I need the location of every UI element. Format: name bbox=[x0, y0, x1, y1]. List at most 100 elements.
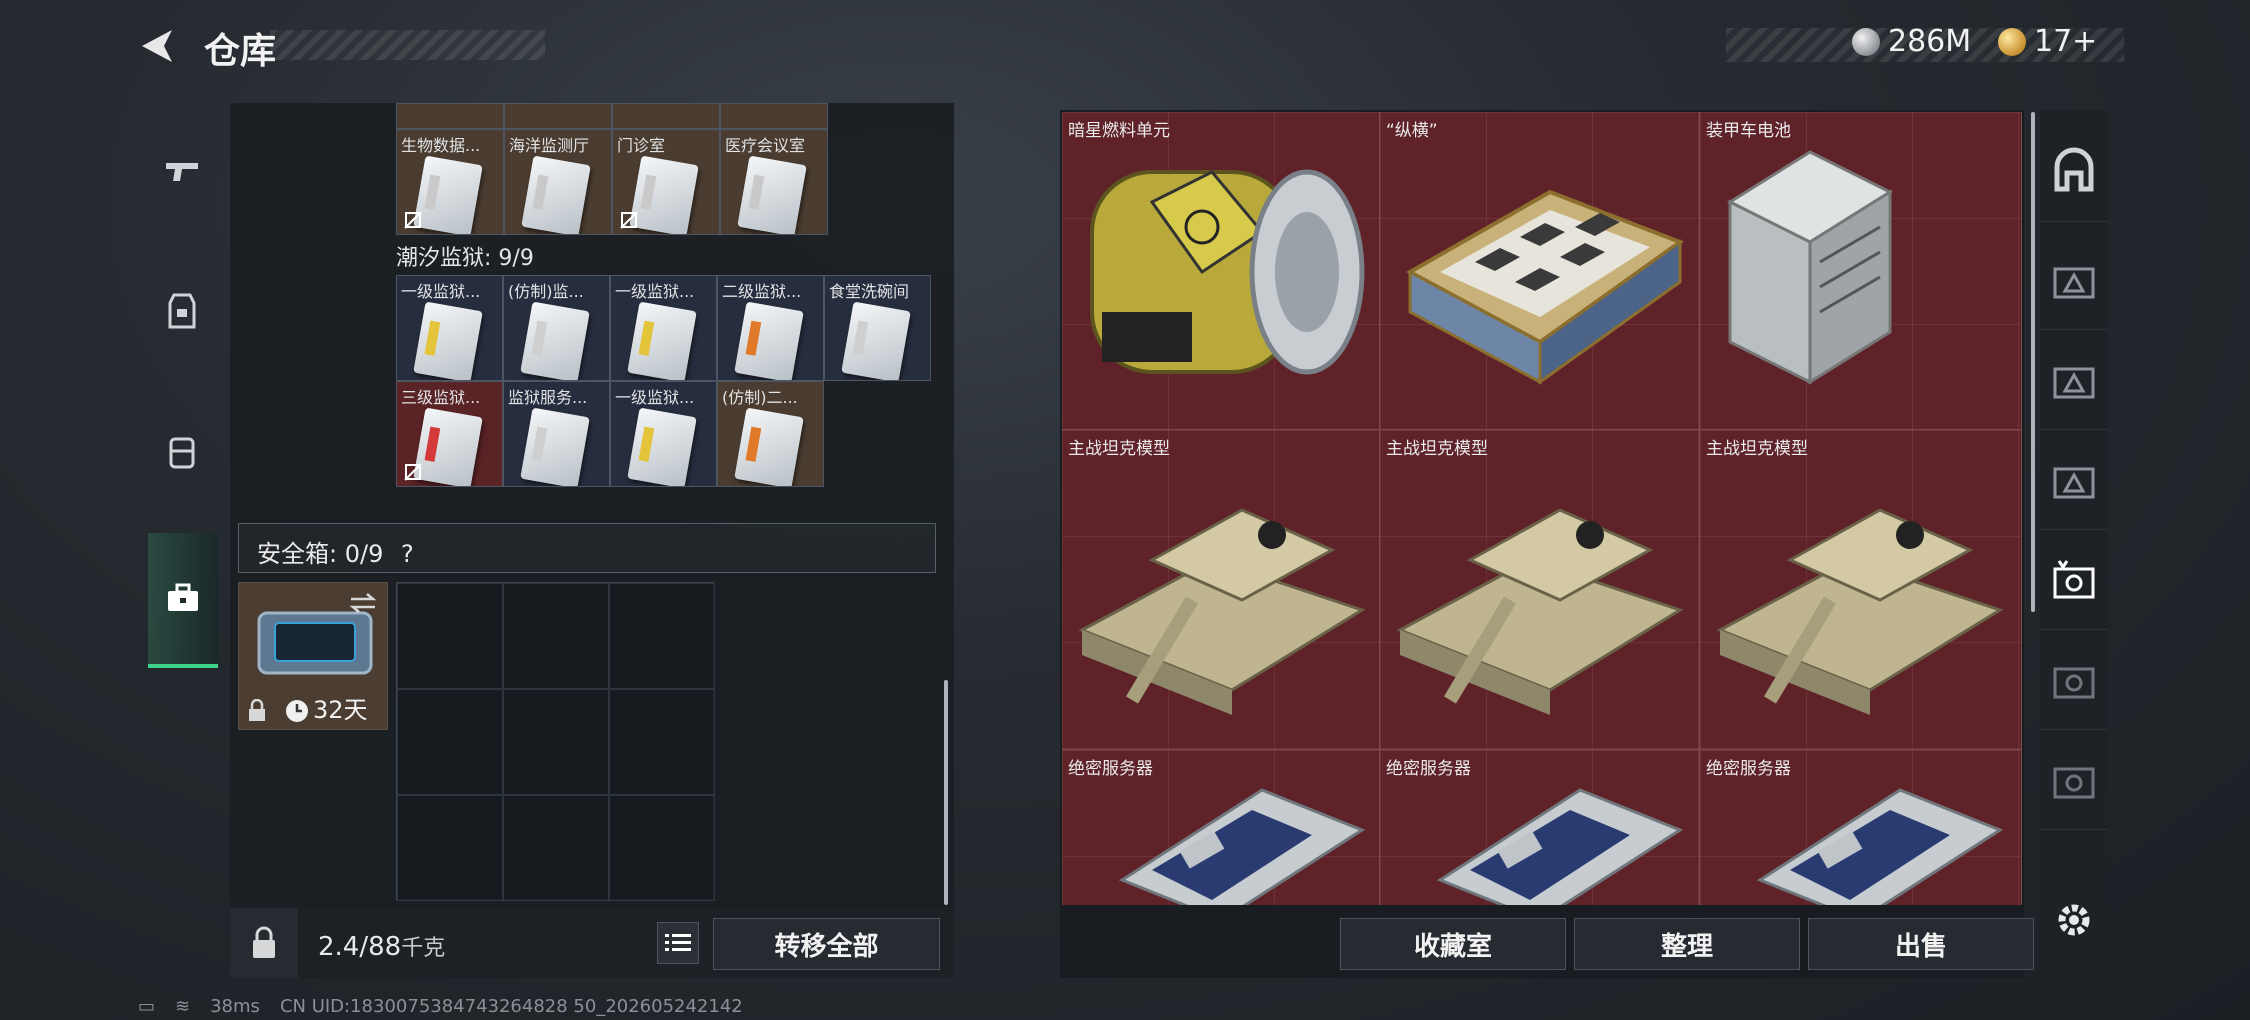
currency-silver: 286M bbox=[1852, 24, 1971, 59]
storage-tab-1[interactable] bbox=[2040, 230, 2108, 330]
item-armored-battery[interactable]: 装甲车电池 bbox=[1700, 112, 2022, 430]
keycard-label: 食堂洗碗间 bbox=[829, 282, 910, 301]
weight-value: 2.4/88 bbox=[318, 932, 402, 962]
lock-icon bbox=[249, 699, 265, 721]
tank-image bbox=[1078, 508, 1366, 715]
pistol-icon bbox=[166, 162, 198, 181]
safebox-label: 安全箱: 0/9 bbox=[257, 540, 384, 568]
keycard-slot[interactable]: 三级监狱... bbox=[396, 381, 503, 487]
partial-cell[interactable] bbox=[720, 103, 828, 129]
keycard-label: 二级监狱... bbox=[722, 282, 802, 301]
safebox-cell[interactable] bbox=[503, 795, 609, 901]
safebox-cell[interactable] bbox=[609, 583, 715, 689]
item-server[interactable]: 绝密服务器 bbox=[1380, 750, 1700, 905]
back-arrow-icon[interactable] bbox=[138, 26, 178, 66]
safebox-cell[interactable] bbox=[397, 583, 503, 689]
clock-icon bbox=[286, 700, 308, 722]
item-tank-model[interactable]: 主战坦克模型 bbox=[1380, 430, 1700, 750]
expansion-box-icon bbox=[2053, 559, 2095, 598]
keycard-slot[interactable]: 海洋监测厅 bbox=[504, 129, 612, 235]
keycard-slot[interactable]: (仿制)二... bbox=[717, 381, 824, 487]
partial-cell[interactable] bbox=[396, 103, 504, 129]
item-tank-model[interactable]: 主战坦克模型 bbox=[1062, 430, 1380, 750]
sell-button[interactable]: 出售 bbox=[1808, 918, 2034, 970]
keycard-slot[interactable]: 二级监狱... bbox=[717, 275, 824, 381]
left-tab-rail bbox=[138, 103, 226, 671]
item-label: “纵横” bbox=[1386, 121, 1438, 141]
safebox-grid bbox=[396, 582, 715, 901]
left-scrollbar[interactable] bbox=[944, 680, 948, 905]
keycard-image bbox=[734, 301, 804, 380]
storage-tab-2[interactable] bbox=[2040, 330, 2108, 430]
keycard-slot[interactable]: 门诊室 bbox=[612, 129, 720, 235]
keycard-label: 一级监狱... bbox=[401, 282, 481, 301]
keycard-image bbox=[627, 301, 697, 380]
keycard-slot[interactable]: 食堂洗碗间 bbox=[824, 275, 931, 381]
keycard-slot[interactable]: 一级监狱... bbox=[610, 275, 717, 381]
padlock-icon bbox=[253, 926, 275, 958]
settings-button[interactable] bbox=[2040, 870, 2108, 970]
list-icon bbox=[665, 934, 691, 951]
safebox-cell[interactable] bbox=[397, 795, 503, 901]
keycard-slot[interactable]: 生物数据... bbox=[396, 129, 504, 235]
unbind-icon bbox=[620, 211, 638, 229]
safebox-cell[interactable] bbox=[609, 795, 715, 901]
expansion-box-icon bbox=[2053, 267, 2095, 298]
keycard-image bbox=[737, 155, 807, 234]
fuel-cell-image bbox=[1090, 169, 1365, 375]
storage-tab-6[interactable] bbox=[2040, 730, 2108, 830]
transfer-all-button[interactable]: 转移全部 bbox=[713, 918, 940, 970]
item-server[interactable]: 绝密服务器 bbox=[1062, 750, 1380, 905]
item-server[interactable]: 绝密服务器 bbox=[1700, 750, 2022, 905]
partial-cell[interactable] bbox=[504, 103, 612, 129]
keycard-image bbox=[734, 407, 804, 486]
tab-weapon[interactable] bbox=[138, 103, 226, 238]
item-label: 主战坦克模型 bbox=[1706, 439, 1808, 459]
safebox-cell[interactable] bbox=[503, 689, 609, 795]
safebox-header: 安全箱: 0/9 ? bbox=[238, 523, 936, 573]
tab-armor[interactable] bbox=[138, 243, 226, 378]
keycard-slot[interactable]: 监狱服务... bbox=[503, 381, 610, 487]
tab-safebox[interactable] bbox=[148, 533, 218, 668]
lock-button[interactable] bbox=[230, 908, 298, 978]
storage-tabs-rail bbox=[2040, 110, 2108, 980]
safebox-timer: 32天 bbox=[313, 696, 368, 724]
sort-button[interactable]: 整理 bbox=[1574, 918, 1800, 970]
currency-gold[interactable]: 17+ bbox=[1998, 24, 2097, 59]
gear-icon bbox=[2058, 904, 2090, 936]
item-fuel-cell[interactable]: 暗星燃料单元 bbox=[1062, 112, 1380, 430]
ping-text: 38ms bbox=[210, 996, 260, 1017]
item-tank-model[interactable]: 主战坦克模型 bbox=[1700, 430, 2022, 750]
tab-backpack[interactable] bbox=[138, 383, 226, 518]
safebox-container-slot[interactable]: 32天 bbox=[238, 582, 388, 730]
keycard-label: 监狱服务... bbox=[508, 388, 588, 407]
armor-vest-icon bbox=[168, 293, 196, 328]
storage-tab-4-active[interactable] bbox=[2040, 530, 2108, 630]
keycard-image bbox=[629, 155, 699, 234]
keycard-slot[interactable]: 一级监狱... bbox=[610, 381, 717, 487]
keycard-row-top: 生物数据... 海洋监测厅 门诊室 医疗会议室 bbox=[396, 129, 828, 235]
keycard-label: 生物数据... bbox=[401, 136, 481, 155]
partial-cell[interactable] bbox=[612, 103, 720, 129]
safebox-cell[interactable] bbox=[503, 583, 609, 689]
keycard-slot[interactable]: 一级监狱... bbox=[396, 275, 503, 381]
item-label: 暗星燃料单元 bbox=[1068, 121, 1170, 141]
swap-icon[interactable] bbox=[349, 591, 377, 615]
storage-tab-main[interactable] bbox=[2040, 122, 2108, 222]
safebox-cell[interactable] bbox=[609, 689, 715, 795]
help-icon[interactable]: ? bbox=[401, 540, 414, 568]
item-chess-set[interactable]: “纵横” bbox=[1380, 112, 1700, 430]
expansion-box-icon bbox=[2053, 667, 2095, 698]
list-view-button[interactable] bbox=[657, 922, 699, 964]
collection-room-button[interactable]: 收藏室 bbox=[1340, 918, 1566, 970]
expansion-box-icon bbox=[2053, 467, 2095, 498]
keycard-slot[interactable]: 医疗会议室 bbox=[720, 129, 828, 235]
keycard-image bbox=[520, 301, 590, 380]
storage-tab-3[interactable] bbox=[2040, 430, 2108, 530]
safebox-cell[interactable] bbox=[397, 689, 503, 795]
right-scrollbar[interactable] bbox=[2031, 112, 2035, 612]
keycard-slot[interactable]: (仿制)监... bbox=[503, 275, 610, 381]
chessboard-image bbox=[1405, 189, 1685, 385]
storage-tab-5[interactable] bbox=[2040, 630, 2108, 730]
safebox-capacity: 安全箱: 0/9 ? bbox=[257, 534, 414, 569]
